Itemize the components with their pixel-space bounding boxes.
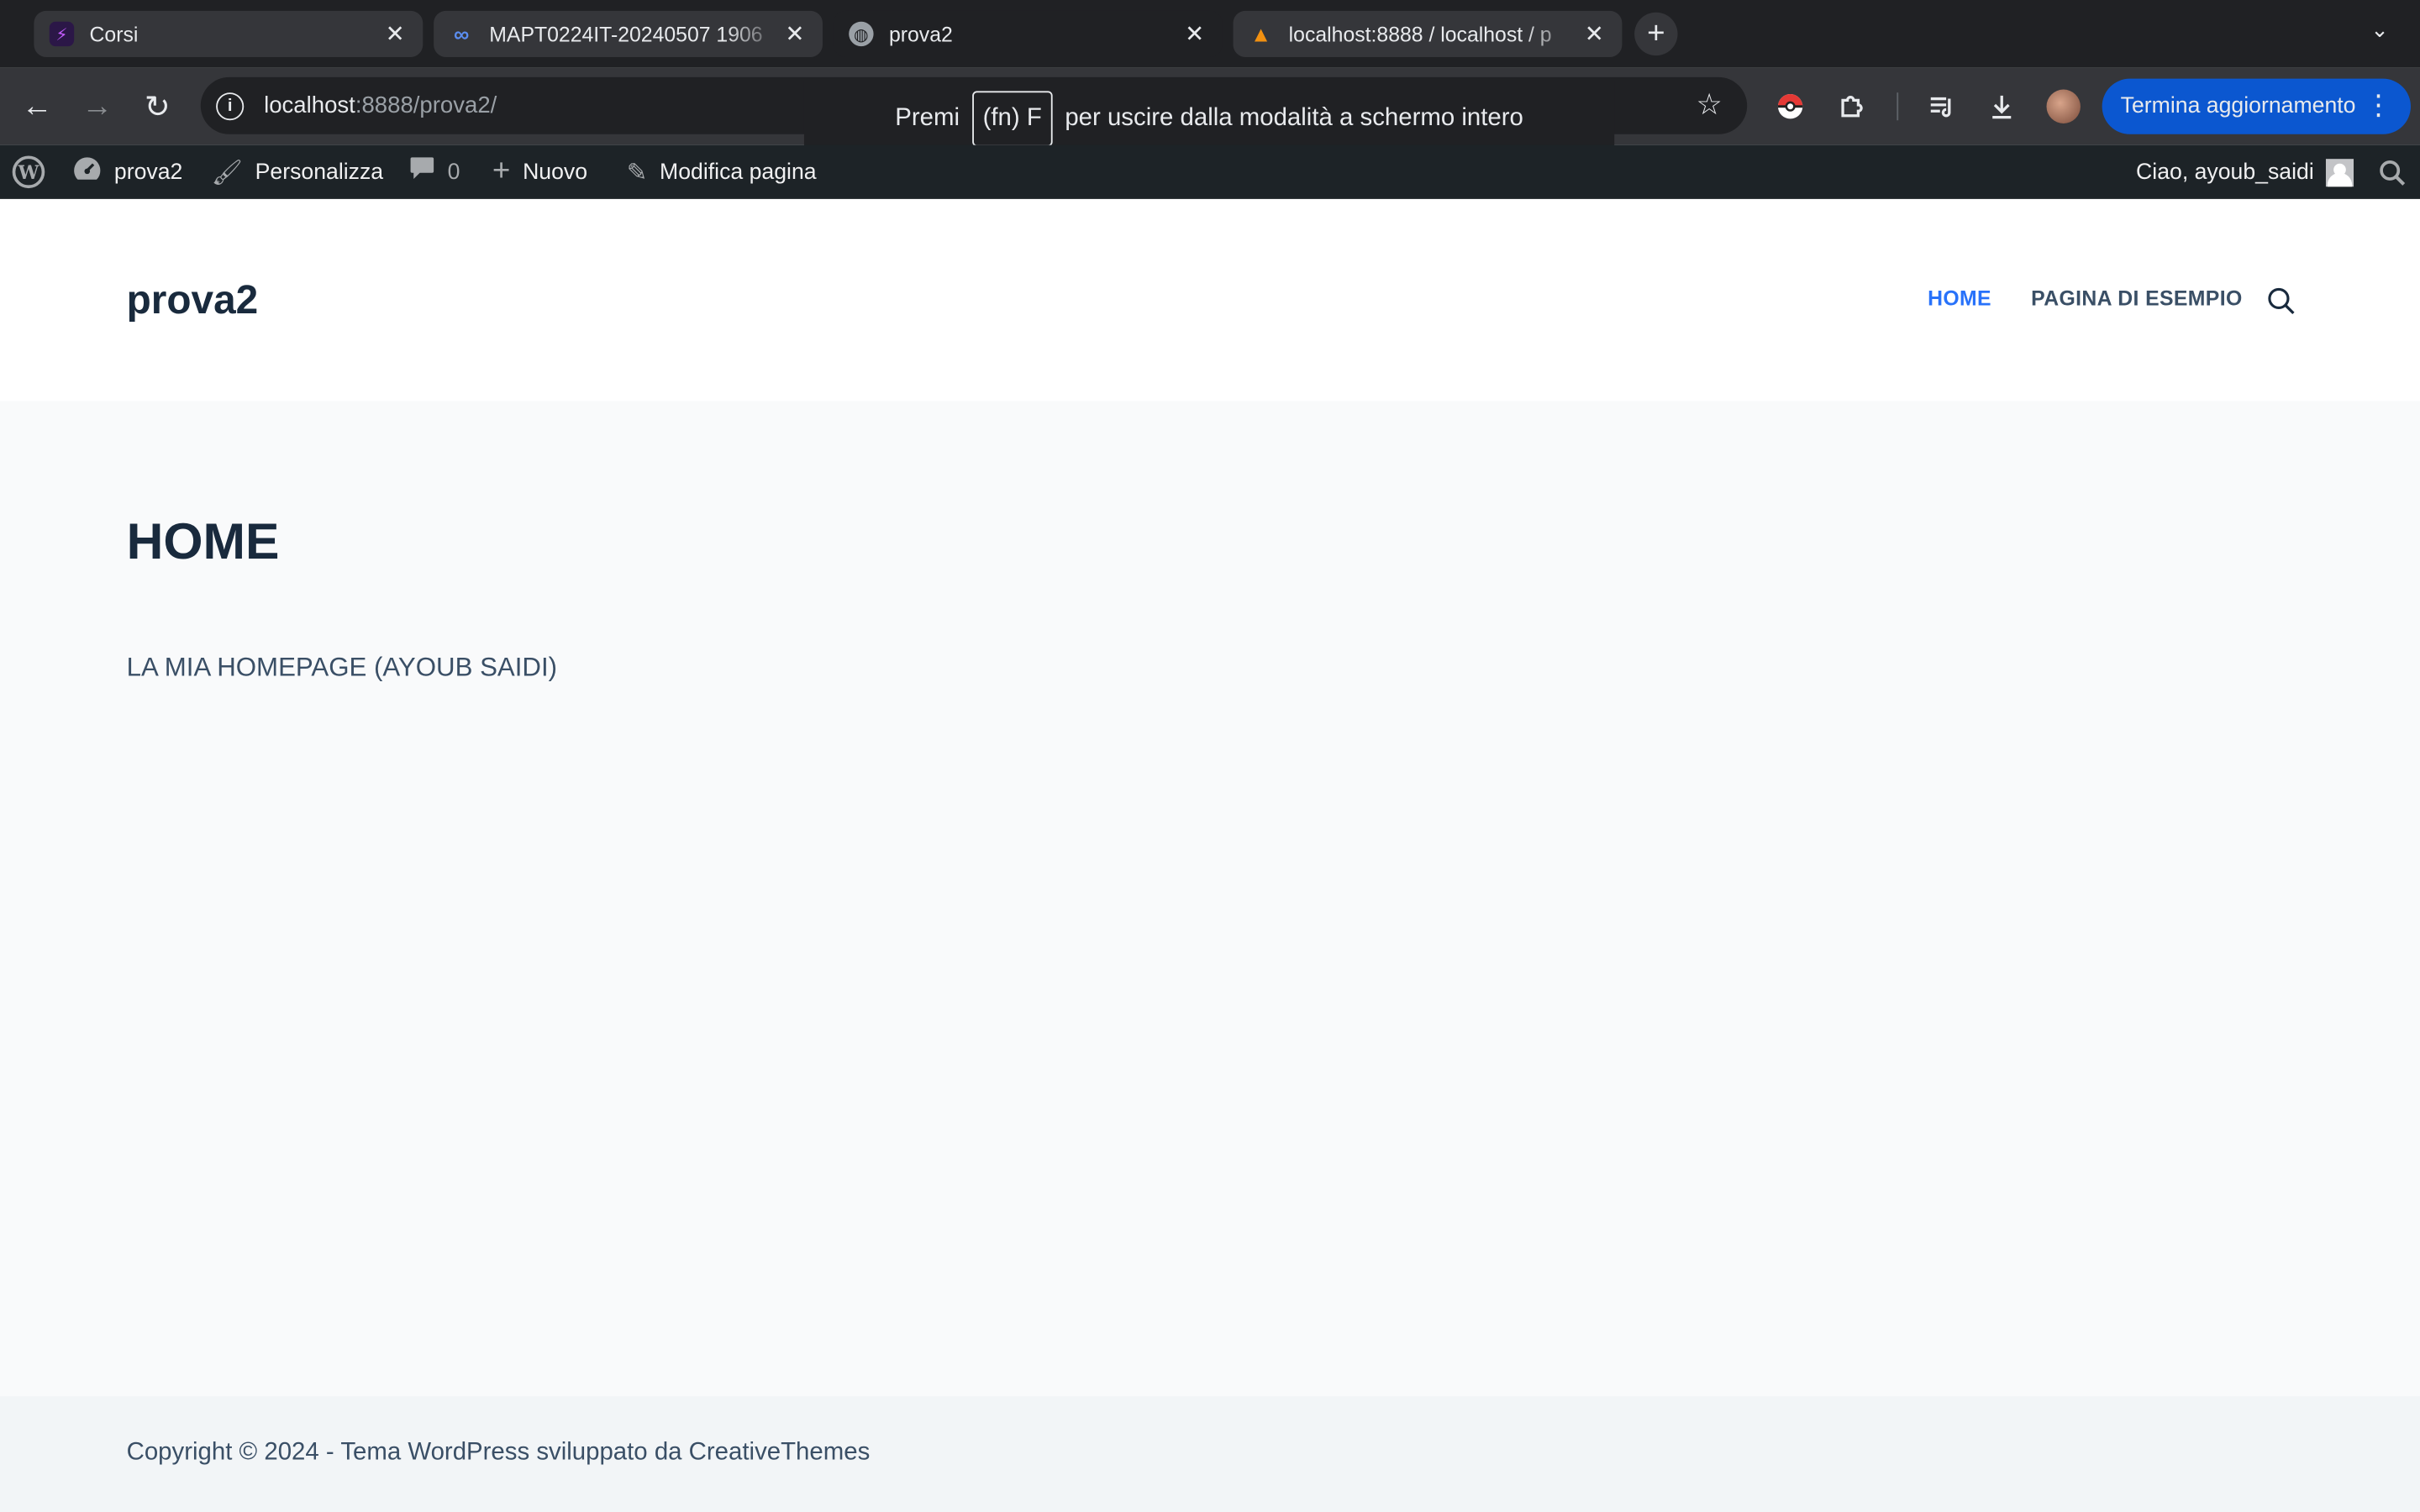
wp-logo-menu[interactable]: W [12,145,45,199]
page-title: HOME [126,512,280,570]
menu-item-sample-page[interactable]: PAGINA DI ESEMPIO [2031,287,2242,311]
new-tab-button[interactable]: + [1634,12,1678,56]
search-icon [2380,160,2406,186]
copyright-text: Copyright © 2024 - Tema WordPress svilup… [126,1439,871,1466]
wordpress-logo-icon: W [12,155,45,189]
update-button-label: Termina aggiornamento [2120,94,2356,119]
user-avatar-icon [2326,158,2354,186]
admin-bar-new[interactable]: + Nuovo [492,145,587,199]
more-vertical-icon[interactable]: ⋮ [2365,90,2392,123]
tab-title: MAPT0224IT-20240507 1906 [489,22,763,46]
tab-title: Corsi [89,22,139,46]
tab-strip: ⚡ Corsi ✕ ∞ MAPT0224IT-20240507 1906 ✕ ◍… [0,0,2420,68]
admin-bar-account[interactable]: Ciao, ayoub_saidi [2136,145,2354,199]
media-queue-icon[interactable] [1924,90,1958,123]
close-icon[interactable]: ✕ [1582,20,1607,48]
download-icon[interactable] [1985,90,2018,123]
tab-phpmyadmin[interactable]: ▲ localhost:8888 / localhost / p ✕ [1233,10,1623,57]
back-arrow-icon[interactable]: ← [18,88,55,125]
toast-text-before: Premi [895,104,960,132]
edit-page-label: Modifica pagina [660,160,817,185]
toolbar-separator [1897,92,1899,121]
reload-icon[interactable]: ↻ [139,88,176,125]
tab-search-chevron-icon[interactable]: ⌄ [2370,17,2389,43]
comments-count: 0 [447,160,460,185]
tab-meeting[interactable]: ∞ MAPT0224IT-20240507 1906 ✕ [434,10,823,57]
globe-icon: ◍ [849,21,874,47]
new-label: Nuovo [523,160,588,185]
extensions-puzzle-icon[interactable] [1835,90,1869,123]
paintbrush-icon: 🖌 [211,160,243,186]
browser-window: ⚡ Corsi ✕ ∞ MAPT0224IT-20240507 1906 ✕ ◍… [0,0,2420,1512]
profile-avatar[interactable] [2046,89,2081,123]
site-header: prova2 HOME PAGINA DI ESEMPIO [0,198,2420,402]
close-icon[interactable]: ✕ [1182,20,1207,48]
customize-label: Personalizza [255,160,384,185]
page-content: HOME LA MIA HOMEPAGE (AYOUB SAIDI) [0,401,2420,1397]
tab-title: localhost:8888 / localhost / p [1288,22,1552,46]
close-icon[interactable]: ✕ [782,20,807,48]
corsi-icon: ⚡ [49,21,75,47]
close-icon[interactable]: ✕ [383,20,408,48]
admin-bar-search[interactable] [2378,145,2406,199]
url-text: localhost:8888/prova2/ [264,92,497,119]
wp-admin-bar: W prova2 🖌 Personalizza 0 + Nuovo ✎ Modi… [0,144,2420,199]
update-button[interactable]: Termina aggiornamento ⋮ [2102,78,2411,134]
page-body-text: LA MIA HOMEPAGE (AYOUB SAIDI) [126,652,558,682]
site-footer: Copyright © 2024 - Tema WordPress svilup… [0,1396,2420,1512]
forward-arrow-icon[interactable]: → [79,88,116,125]
plus-icon: + [492,154,511,189]
site-name-label: prova2 [113,160,183,185]
toast-key: (fn) F [971,91,1053,147]
header-search-icon[interactable] [2267,287,2295,315]
menu-item-home[interactable]: HOME [1928,287,1991,311]
site-title-link[interactable]: prova2 [127,276,259,324]
tab-corsi[interactable]: ⚡ Corsi ✕ [34,10,424,57]
pencil-icon: ✎ [626,160,648,186]
dashboard-icon [72,156,102,189]
phpmyadmin-icon: ▲ [1249,21,1272,47]
meeting-icon: ∞ [454,21,470,47]
pokeball-extension-icon[interactable] [1773,90,1807,123]
greeting-label: Ciao, ayoub_saidi [2136,160,2314,185]
toast-text-after: per uscire dalla modalità a schermo inte… [1065,104,1523,132]
admin-bar-site-name[interactable]: prova2 [72,145,182,199]
comment-bubble-icon [409,156,435,189]
bookmark-star-icon[interactable]: ☆ [1696,88,1722,123]
admin-bar-edit-page[interactable]: ✎ Modifica pagina [627,145,817,199]
tab-title: prova2 [888,22,953,46]
admin-bar-comments[interactable]: 0 [409,145,460,199]
admin-bar-customize[interactable]: 🖌 Personalizza [212,145,383,199]
tab-prova2[interactable]: ◍ prova2 ✕ [833,10,1223,57]
site-info-icon[interactable]: i [216,92,245,120]
